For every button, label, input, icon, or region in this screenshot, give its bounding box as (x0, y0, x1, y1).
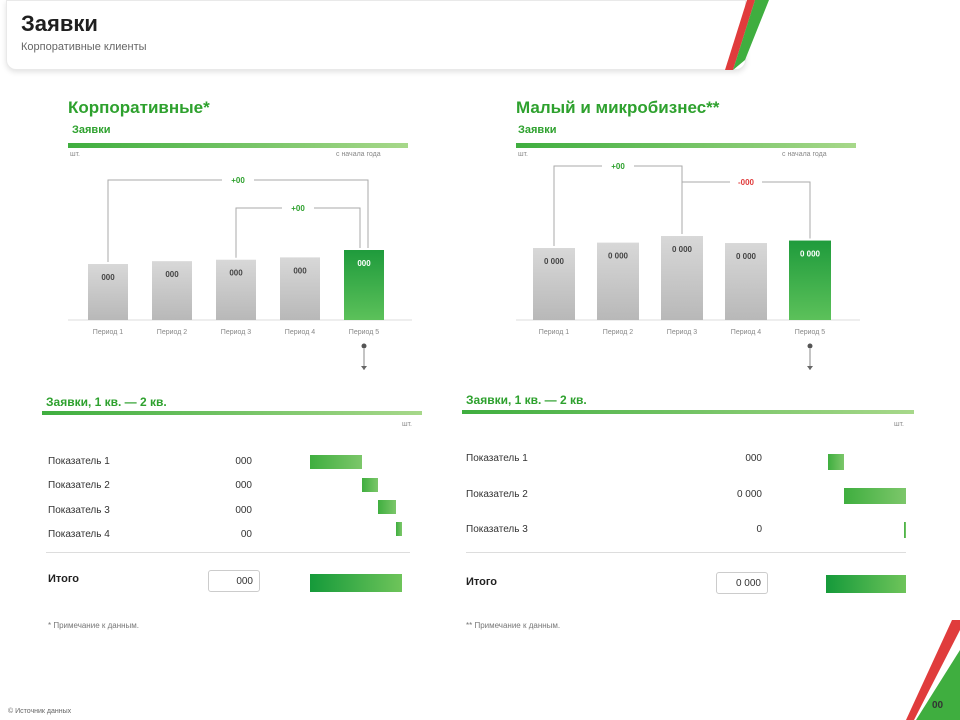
right-row-value-2: 0 (756, 524, 762, 535)
left-row-label-1: Показатель 2 (48, 480, 110, 491)
right-chart-change-label-0: +00 (611, 162, 625, 171)
left-chart-value-label-3: 000 (293, 266, 307, 275)
left-row-value-3: 00 (240, 529, 252, 540)
right-chart-brace-1 (681, 181, 811, 239)
right-chart-value-label-4: 0 000 (800, 250, 821, 259)
right-chart-value-label-0: 0 000 (544, 257, 565, 266)
left-chart-category-3: Период 4 (285, 329, 315, 336)
right-section-title: Малый и микробизнес** (516, 98, 720, 117)
right-chart-category-4: Период 5 (795, 329, 825, 336)
left-row-value-1: 000 (235, 480, 252, 491)
right-row-label-0: Показатель 1 (466, 453, 528, 464)
right-chart-category-3: Период 4 (731, 329, 761, 336)
left-row-label-0: Показатель 1 (48, 456, 110, 467)
left-chart-marker (361, 343, 367, 349)
left-footnote: * Примечание к данным. (48, 621, 140, 630)
left-chart-value-label-4: 000 (357, 259, 371, 268)
left-waterfall-bar-0 (310, 455, 362, 469)
right-chart-marker (807, 343, 813, 349)
right-chart-brace-0 (553, 165, 683, 246)
left-waterfall-bar-3 (396, 522, 402, 536)
right-total-divider (466, 552, 906, 553)
left-chart-category-4: Период 5 (349, 329, 379, 336)
right-row-label-1: Показатель 2 (466, 489, 528, 500)
left-chart-brace-0 (107, 179, 369, 262)
left-row-label-3: Показатель 4 (48, 529, 110, 540)
right-waterfall-bar-0 (828, 454, 844, 470)
left-row-value-2: 000 (235, 505, 252, 516)
left-section-rule (68, 143, 408, 148)
left-panel-title: Заявки, 1 кв. — 2 кв. (46, 395, 167, 409)
right-panel-rule (462, 410, 914, 414)
left-panel-rule (42, 411, 422, 415)
left-section-subtitle: Заявки (72, 124, 111, 136)
left-row-label-2: Показатель 3 (48, 505, 110, 516)
right-row-label-2: Показатель 3 (466, 524, 528, 535)
right-total-value: 0 000 (716, 572, 768, 594)
right-period-label: с начала года (782, 151, 827, 158)
right-section-rule (516, 143, 856, 148)
left-chart-connector-arrow (361, 366, 367, 370)
left-chart-brace-1 (235, 207, 361, 258)
footer-source: © Источник данных (8, 708, 72, 715)
right-footnote: ** Примечание к данным. (466, 621, 561, 630)
right-chart-category-0: Период 1 (539, 329, 569, 336)
right-chart-category-2: Период 3 (667, 329, 697, 336)
left-bar-chart: 000 Период 1 000 Период 2 000 Период 3 000 Пери… (68, 174, 412, 370)
right-chart-value-label-3: 0 000 (736, 252, 757, 261)
header-card: Заявки Корпоративные клиенты (6, 0, 746, 70)
left-period-label: с начала года (336, 151, 381, 158)
right-chart-connector-arrow (807, 366, 813, 370)
left-section-title: Корпоративные* (68, 98, 210, 117)
right-waterfall-bar-2 (904, 522, 906, 538)
right-row-value-1: 0 000 (736, 489, 762, 500)
right-chart-category-1: Период 2 (603, 329, 633, 336)
left-waterfall-bar-2 (378, 500, 396, 514)
left-total-label: Итого (48, 573, 80, 585)
right-panel-title: Заявки, 1 кв. — 2 кв. (466, 393, 587, 407)
right-waterfall-bar-1 (844, 488, 906, 504)
left-chart-category-1: Период 2 (157, 329, 187, 336)
decorative-stripe-bottom (906, 620, 960, 720)
left-chart-category-2: Период 3 (221, 329, 251, 336)
left-total-value: 000 (208, 570, 260, 592)
right-total-bar (826, 575, 906, 593)
right-chart-value-label-2: 0 000 (672, 245, 693, 254)
right-unit-label: шт. (518, 151, 528, 158)
left-chart-category-0: Период 1 (93, 329, 123, 336)
left-unit-label: шт. (70, 151, 80, 158)
decorative-stripe-top (725, 0, 769, 70)
page-number: 00 (932, 700, 944, 711)
left-total-bar (310, 574, 402, 592)
left-total-divider (46, 552, 410, 553)
left-panel-unit: шт. (402, 421, 412, 428)
left-chart-value-label-1: 000 (165, 270, 179, 279)
left-chart-value-label-2: 000 (229, 269, 243, 278)
left-chart-change-label-1: +00 (291, 204, 305, 213)
right-row-value-0: 000 (745, 453, 762, 464)
page-subtitle: Корпоративные клиенты (21, 41, 147, 53)
right-section-subtitle: Заявки (518, 124, 557, 136)
right-total-label: Итого (466, 576, 498, 588)
right-chart-change-label-1: -000 (738, 178, 755, 187)
page-title: Заявки (21, 11, 98, 36)
left-waterfall-bar-1 (362, 478, 378, 492)
left-chart-change-label-0: +00 (231, 176, 245, 185)
right-chart-value-label-1: 0 000 (608, 252, 629, 261)
left-row-value-0: 000 (235, 456, 252, 467)
left-chart-value-label-0: 000 (101, 273, 115, 282)
right-panel-unit: шт. (894, 421, 904, 428)
right-bar-chart: 0 000 Период 1 0 000 Период 2 0 000 Период 3 0… (516, 160, 860, 370)
